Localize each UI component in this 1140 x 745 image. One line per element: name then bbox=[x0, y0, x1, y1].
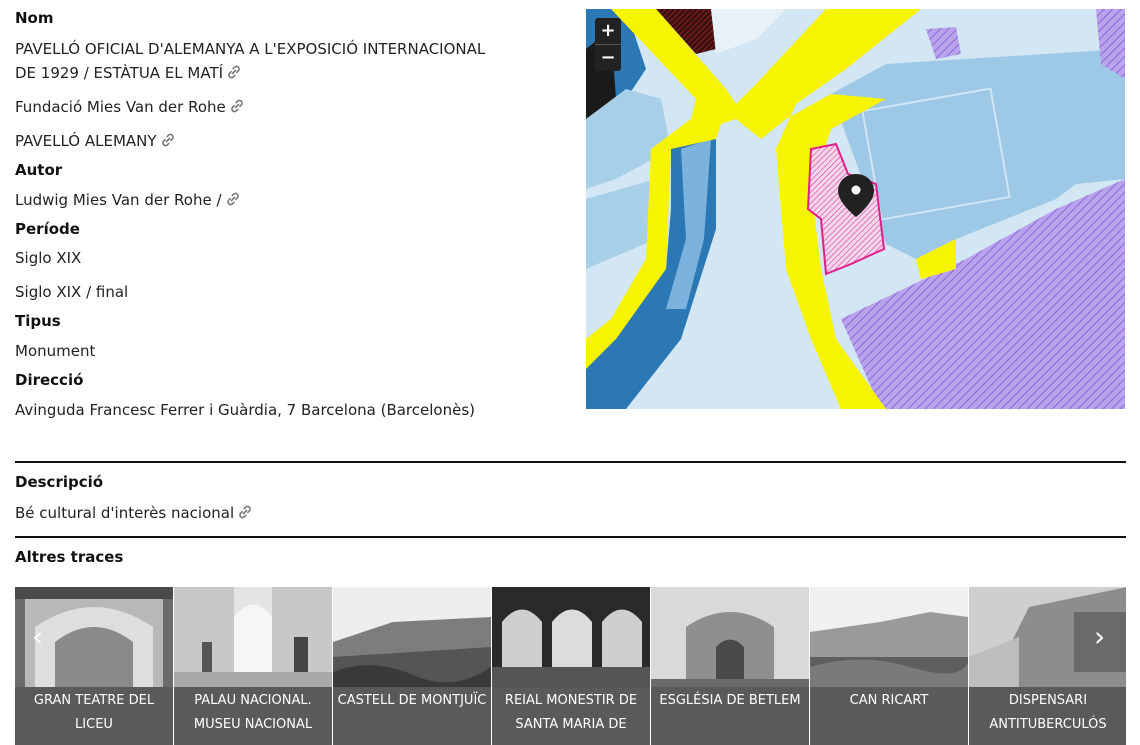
autor-label: Autor bbox=[15, 161, 63, 179]
autor-text: Ludwig Mies Van der Rohe / bbox=[15, 191, 222, 209]
description-text: Bé cultural d'interès nacional bbox=[15, 504, 235, 522]
carousel-card[interactable]: PALAU NACIONAL. MUSEU NACIONAL bbox=[174, 587, 332, 745]
link-icon[interactable] bbox=[229, 97, 245, 113]
card-caption-line-1: CASTELL DE MONTJUÏC bbox=[337, 693, 487, 708]
others-label: Altres traces bbox=[15, 548, 124, 566]
link-icon[interactable] bbox=[225, 190, 241, 206]
periode-value-1: Siglo XIX bbox=[15, 249, 82, 267]
carousel-card[interactable]: REIAL MONESTIR DE SANTA MARIA DE bbox=[492, 587, 650, 745]
tipus-value: Monument bbox=[15, 342, 96, 360]
carousel-card[interactable]: DISPENSARI ANTITUBERCULÓS bbox=[969, 587, 1126, 745]
nom-label: Nom bbox=[15, 9, 54, 27]
nom-value[interactable]: PAVELLÓ OFICIAL D'ALEMANYA A L'EXPOSICIÓ… bbox=[15, 37, 575, 85]
card-caption: CAN RICART bbox=[810, 687, 968, 713]
section-divider bbox=[15, 461, 1126, 463]
map-zoom-control: + − bbox=[595, 18, 621, 71]
card-image bbox=[810, 587, 968, 687]
zoom-out-button[interactable]: − bbox=[595, 45, 621, 71]
direccio-label: Direcció bbox=[15, 371, 84, 389]
others-section: Altres traces bbox=[15, 547, 123, 567]
nom-alt-1-text: Fundació Mies Van der Rohe bbox=[15, 98, 226, 116]
nom-alt-2[interactable]: PAVELLÓ ALEMANY bbox=[15, 129, 575, 153]
card-image bbox=[333, 587, 491, 687]
autor-value[interactable]: Ludwig Mies Van der Rohe / bbox=[15, 188, 575, 212]
nom-alt-1[interactable]: Fundació Mies Van der Rohe bbox=[15, 95, 575, 119]
card-caption-line-2: ANTITUBERCULÓS bbox=[989, 717, 1107, 732]
carousel-prev-button[interactable]: ‹ bbox=[32, 622, 43, 652]
card-caption-line-1: CAN RICART bbox=[849, 693, 929, 708]
card-caption-line-2: SANTA MARIA DE bbox=[515, 717, 627, 732]
nom-line-1: PAVELLÓ OFICIAL D'ALEMANYA A L'EXPOSICIÓ… bbox=[15, 40, 486, 58]
related-carousel[interactable]: GRAN TEATRE DEL LICEU PALAU NACIONAL. MU… bbox=[15, 587, 1126, 745]
location-pin-dot bbox=[851, 185, 861, 195]
periode-label: Període bbox=[15, 220, 80, 238]
map-canvas[interactable] bbox=[586, 9, 1125, 409]
card-caption: REIAL MONESTIR DE SANTA MARIA DE bbox=[492, 687, 650, 737]
zoom-in-button[interactable]: + bbox=[595, 18, 621, 44]
description-label: Descripció bbox=[15, 473, 104, 491]
carousel-next-button[interactable]: › bbox=[1094, 622, 1105, 652]
card-caption: GRAN TEATRE DEL LICEU bbox=[15, 687, 173, 737]
link-icon[interactable] bbox=[226, 63, 242, 79]
card-caption: CASTELL DE MONTJUÏC bbox=[333, 687, 491, 713]
carousel-card[interactable]: ESGLÉSIA DE BETLEM bbox=[651, 587, 809, 745]
card-caption-line-1: REIAL MONESTIR DE bbox=[504, 693, 638, 708]
card-caption-line-1: PALAU NACIONAL. bbox=[194, 693, 312, 708]
card-image bbox=[492, 587, 650, 687]
card-caption: PALAU NACIONAL. MUSEU NACIONAL bbox=[174, 687, 332, 737]
nom-line-2: DE 1929 / ESTÀTUA EL MATÍ bbox=[15, 64, 224, 82]
carousel-card[interactable]: CAN RICART bbox=[810, 587, 968, 745]
card-image bbox=[651, 587, 809, 687]
carousel-card[interactable]: CASTELL DE MONTJUÏC bbox=[333, 587, 491, 745]
location-map[interactable]: + − bbox=[586, 9, 1125, 409]
monument-info: Nom PAVELLÓ OFICIAL D'ALEMANYA A L'EXPOS… bbox=[15, 8, 575, 422]
description-value[interactable]: Bé cultural d'interès nacional bbox=[15, 501, 253, 525]
direccio-value: Avinguda Francesc Ferrer i Guàrdia, 7 Ba… bbox=[15, 401, 475, 419]
card-caption-line-1: DISPENSARI bbox=[1008, 693, 1088, 708]
card-caption: DISPENSARI ANTITUBERCULÓS bbox=[969, 687, 1126, 737]
card-caption-line-1: ESGLÉSIA DE BETLEM bbox=[659, 693, 801, 708]
card-caption-line-2: LICEU bbox=[75, 717, 113, 732]
periode-value-2: Siglo XIX / final bbox=[15, 283, 129, 301]
carousel-card[interactable]: GRAN TEATRE DEL LICEU bbox=[15, 587, 173, 745]
nom-alt-2-text: PAVELLÓ ALEMANY bbox=[15, 132, 157, 150]
card-caption-line-1: GRAN TEATRE DEL bbox=[33, 693, 155, 708]
card-image bbox=[174, 587, 332, 687]
link-icon[interactable] bbox=[237, 503, 253, 519]
card-caption-line-2: MUSEU NACIONAL bbox=[193, 717, 313, 732]
tipus-label: Tipus bbox=[15, 312, 61, 330]
link-icon[interactable] bbox=[160, 131, 176, 147]
card-caption: ESGLÉSIA DE BETLEM bbox=[651, 687, 809, 713]
description-section: Descripció Bé cultural d'interès naciona… bbox=[15, 472, 253, 525]
section-divider bbox=[15, 536, 1126, 538]
